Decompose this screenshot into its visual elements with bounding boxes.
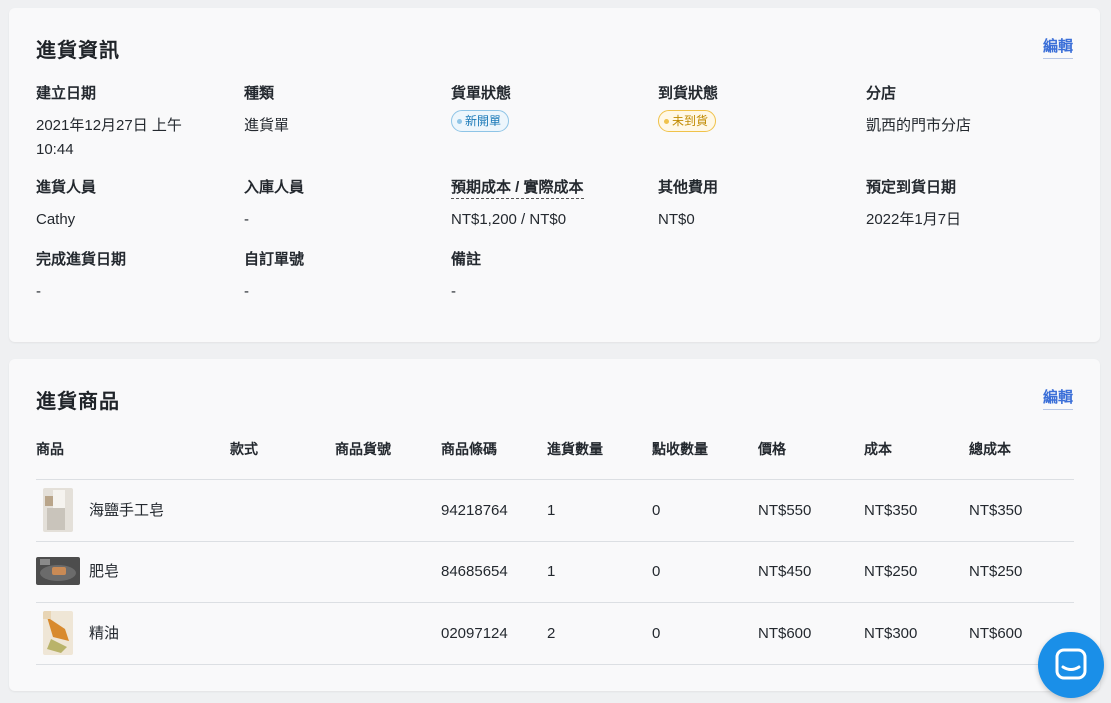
purchase-products-title: 進貨商品: [36, 391, 120, 413]
product-name: 海鹽手工皂: [89, 502, 165, 519]
product-price: NT$450: [758, 563, 812, 580]
field-type: 種類 進貨單: [244, 82, 444, 138]
custom-number-label: 自訂單號: [244, 251, 305, 268]
cost-value: NT$1,200 / NT$0: [451, 211, 567, 228]
product-total-cost: NT$350: [969, 502, 1023, 519]
chat-widget-button[interactable]: [1038, 632, 1104, 698]
field-remarks: 備註 -: [451, 248, 651, 304]
created-date-label: 建立日期: [36, 85, 97, 102]
product-received: 0: [652, 502, 661, 519]
completed-date-value: -: [36, 283, 41, 300]
column-header-cost: 成本: [864, 441, 892, 457]
receiver-value: -: [244, 211, 249, 228]
cost-label-tooltip[interactable]: 預期成本 / 實際成本: [451, 176, 584, 199]
column-header-price: 價格: [758, 441, 786, 457]
field-order-status: 貨單狀態 新開單: [451, 82, 651, 132]
created-date-value: 2021年12月27日 上午10:44: [36, 117, 182, 158]
product-cost: NT$350: [864, 502, 918, 519]
branch-value: 凱西的門市分店: [866, 117, 972, 134]
order-status-label: 貨單狀態: [451, 85, 512, 102]
arrival-status-badge: 未到貨: [658, 110, 717, 132]
product-quantity: 2: [547, 625, 556, 642]
product-quantity: 1: [547, 502, 556, 519]
purchase-info-card: 進貨資訊 編輯 建立日期 2021年12月27日 上午10:44 種類 進貨單 …: [9, 8, 1100, 342]
product-price: NT$600: [758, 625, 812, 642]
product-barcode: 84685654: [441, 563, 508, 580]
column-header-total-cost: 總成本: [969, 441, 1011, 457]
custom-number-value: -: [244, 283, 249, 300]
product-received: 0: [652, 563, 661, 580]
column-header-sku: 商品貨號: [335, 441, 391, 457]
product-price: NT$550: [758, 502, 812, 519]
remarks-label: 備註: [451, 251, 482, 268]
field-completed-date: 完成進貨日期 -: [36, 248, 236, 304]
field-receiver: 入庫人員 -: [244, 176, 444, 232]
soap-bar-image: [43, 488, 73, 532]
column-header-received: 點收數量: [652, 441, 708, 457]
edit-info-link[interactable]: 編輯: [1042, 35, 1073, 59]
essential-oil-image: [43, 611, 73, 655]
edit-products-link[interactable]: 編輯: [1042, 386, 1073, 410]
product-cost: NT$250: [864, 563, 918, 580]
chat-bubble-icon: [1055, 648, 1087, 680]
type-label: 種類: [244, 85, 275, 102]
column-header-barcode: 商品條碼: [441, 441, 497, 457]
status-dot-icon: [664, 118, 669, 124]
other-fees-value: NT$0: [658, 211, 695, 228]
field-branch: 分店 凱西的門市分店: [866, 82, 1066, 138]
field-other-fees: 其他費用 NT$0: [658, 176, 858, 232]
remarks-value: -: [451, 283, 456, 300]
field-arrival-status: 到貨狀態 未到貨: [658, 82, 858, 132]
purchase-products-card: 進貨商品 編輯 商品 款式 商品貨號 商品條碼 進貨數量 點收數量 價格 成本 …: [9, 359, 1100, 691]
field-purchaser: 進貨人員 Cathy: [36, 176, 236, 232]
product-quantity: 1: [547, 563, 556, 580]
product-total-cost: NT$250: [969, 563, 1023, 580]
product-name: 精油: [89, 625, 120, 642]
table-row[interactable]: 肥皂 84685654 1 0 NT$450 NT$250 NT$250: [36, 541, 1074, 603]
soap-dish-image: [36, 557, 80, 585]
expected-arrival-value: 2022年1月7日: [866, 211, 962, 228]
purchaser-label: 進貨人員: [36, 179, 97, 196]
field-custom-number: 自訂單號 -: [244, 248, 444, 304]
product-received: 0: [652, 625, 661, 642]
purchaser-value: Cathy: [36, 211, 76, 228]
branch-label: 分店: [866, 85, 897, 102]
product-barcode: 94218764: [441, 502, 508, 519]
column-header-product: 商品: [36, 441, 64, 457]
product-name: 肥皂: [89, 563, 120, 580]
order-status-value: 新開單: [465, 114, 502, 128]
purchase-info-title: 進貨資訊: [36, 40, 120, 62]
order-status-badge: 新開單: [451, 110, 510, 132]
product-cost: NT$300: [864, 625, 918, 642]
completed-date-label: 完成進貨日期: [36, 251, 127, 268]
product-barcode: 02097124: [441, 625, 508, 642]
table-row[interactable]: 精油 02097124 2 0 NT$600 NT$300 NT$600: [36, 603, 1074, 665]
arrival-status-label: 到貨狀態: [658, 85, 719, 102]
expected-arrival-label: 預定到貨日期: [866, 179, 957, 196]
table-row[interactable]: 海鹽手工皂 94218764 1 0 NT$550 NT$350 NT$350: [36, 480, 1074, 542]
status-dot-icon: [457, 118, 462, 124]
column-header-variant: 款式: [230, 441, 258, 457]
column-header-quantity: 進貨數量: [547, 441, 603, 457]
field-cost: 預期成本 / 實際成本 NT$1,200 / NT$0: [451, 176, 651, 232]
field-created-date: 建立日期 2021年12月27日 上午10:44: [36, 82, 236, 162]
other-fees-label: 其他費用: [658, 179, 719, 196]
arrival-status-value: 未到貨: [672, 114, 709, 128]
type-value: 進貨單: [244, 117, 290, 134]
field-expected-arrival: 預定到貨日期 2022年1月7日: [866, 176, 1066, 232]
receiver-label: 入庫人員: [244, 179, 305, 196]
product-total-cost: NT$600: [969, 625, 1023, 642]
